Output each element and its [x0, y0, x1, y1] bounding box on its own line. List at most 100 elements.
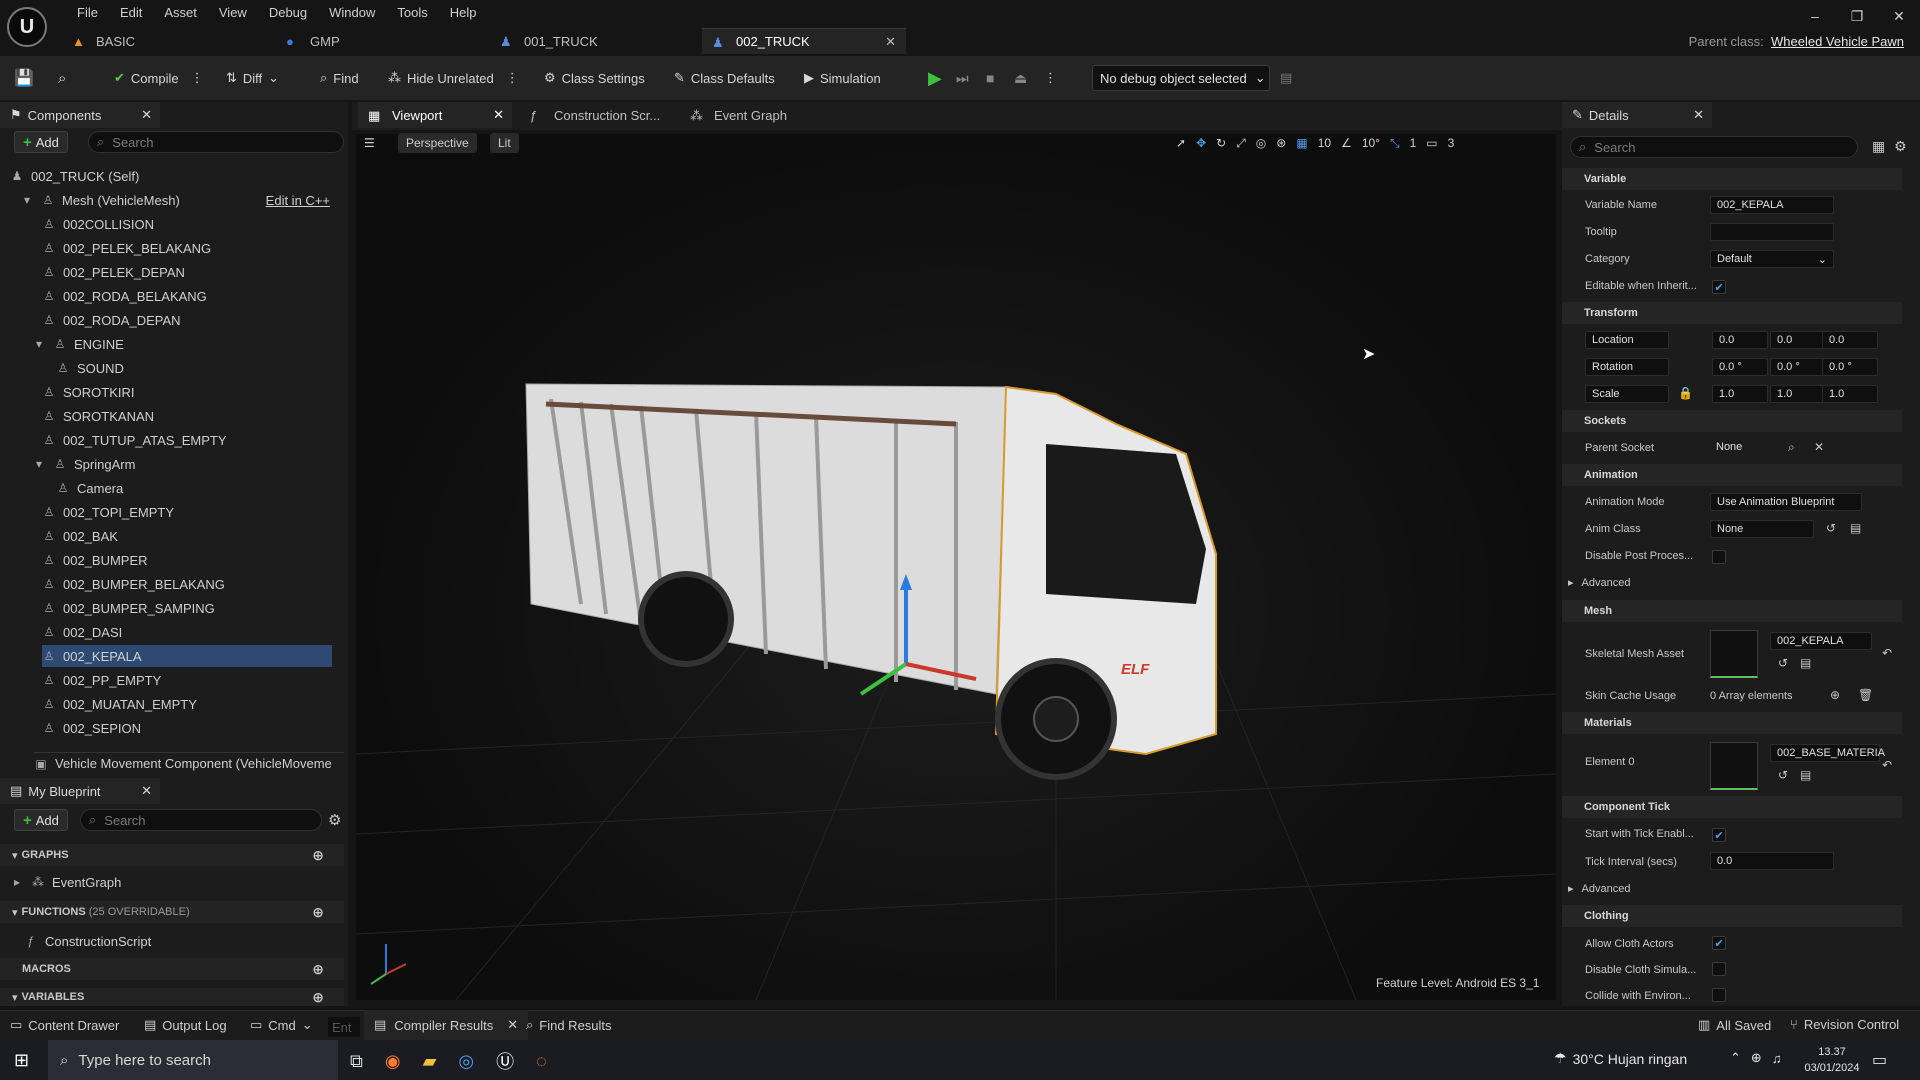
advanced-expander[interactable]: ▸ Advanced — [1568, 882, 1630, 896]
network-icon[interactable]: ⊕ — [1751, 1050, 1762, 1066]
section-variable[interactable]: Variable — [1562, 168, 1902, 190]
stop-icon[interactable]: ■ — [986, 66, 994, 90]
rotate-icon[interactable]: ↻ — [1216, 136, 1226, 150]
class-settings-button[interactable]: ⚙ Class Settings — [544, 66, 645, 90]
more-icon[interactable]: ⋮ — [191, 70, 204, 86]
close-window-icon[interactable]: ✕ — [1878, 8, 1920, 25]
tick-interval-field[interactable]: 0.0 — [1710, 852, 1834, 870]
add-function-icon[interactable]: ⊕ — [312, 904, 324, 921]
cmd-button[interactable]: ▭ Cmd ⌄ — [250, 1017, 313, 1033]
menu-window[interactable]: Window — [318, 5, 386, 20]
component-item[interactable]: ♙ 002_BAK — [42, 525, 332, 547]
close-icon[interactable]: ✕ — [141, 783, 152, 799]
menu-help[interactable]: Help — [439, 5, 488, 20]
construction-script-item[interactable]: ƒ ConstructionScript — [24, 930, 152, 952]
component-item[interactable]: ▾ ♙ ENGINE — [32, 333, 332, 355]
chrome-icon[interactable]: ◎ — [458, 1051, 474, 1072]
weather-widget[interactable]: ☂ 30°C Hujan ringan — [1554, 1050, 1687, 1067]
browse-icon[interactable]: ⌕ — [58, 66, 66, 90]
chevron-down-icon[interactable]: ▾ — [32, 457, 46, 471]
notifications-icon[interactable]: ▭ — [1872, 1050, 1887, 1070]
all-saved-button[interactable]: ▥ All Saved — [1698, 1017, 1771, 1033]
find-results-tab[interactable]: ⌕ Find Results — [526, 1017, 612, 1033]
add-graph-icon[interactable]: ⊕ — [312, 847, 324, 864]
rotation-dropdown[interactable]: Rotation — [1585, 358, 1669, 376]
section-transform[interactable]: Transform — [1562, 302, 1902, 324]
camera-speed-icon[interactable]: ▭ — [1426, 136, 1437, 150]
close-icon[interactable]: ✕ — [493, 107, 504, 123]
component-item[interactable]: ♙ 002_TUTUP_ATAS_EMPTY — [42, 429, 332, 451]
unreal-logo-icon[interactable]: U — [7, 7, 47, 47]
unreal-editor-icon[interactable]: Ⓤ — [496, 1048, 514, 1074]
perspective-button[interactable]: Perspective — [398, 133, 477, 153]
section-sockets[interactable]: Sockets — [1562, 410, 1902, 432]
close-icon[interactable]: ✕ — [507, 1017, 518, 1033]
table-view-icon[interactable]: ▦ — [1872, 138, 1885, 155]
debug-object-dropdown[interactable]: No debug object selected ⌄ — [1092, 65, 1270, 91]
section-materials[interactable]: Materials — [1562, 712, 1902, 734]
compile-button[interactable]: ✔ Compile ⋮ — [114, 66, 204, 90]
material-thumbnail[interactable] — [1710, 742, 1758, 790]
menu-tools[interactable]: Tools — [386, 5, 438, 20]
viewport[interactable]: ELF — [355, 134, 1557, 1001]
firefox-icon[interactable]: ◉ — [385, 1051, 401, 1072]
content-drawer-button[interactable]: ▭ Content Drawer — [10, 1017, 119, 1033]
grid-snap-icon[interactable]: ▦ — [1296, 136, 1307, 150]
minimize-icon[interactable]: – — [1794, 8, 1836, 24]
surface-snap-icon[interactable]: ◎ — [1256, 136, 1266, 150]
component-item[interactable]: ♙ 002_PELEK_DEPAN — [42, 261, 332, 283]
chevron-up-icon[interactable]: ⌃ — [1730, 1050, 1741, 1066]
step-icon[interactable]: ⏭ — [956, 66, 969, 90]
menu-view[interactable]: View — [208, 5, 258, 20]
scale-snap-value[interactable]: 1 — [1410, 136, 1417, 150]
location-dropdown[interactable]: Location — [1585, 331, 1669, 349]
file-explorer-icon[interactable]: ▰ — [423, 1051, 437, 1072]
component-item[interactable]: ♙ 002_DASI — [42, 621, 332, 643]
component-item[interactable]: ♙ SOUND — [56, 357, 332, 379]
tab-002-truck[interactable]: ♟ 002_TRUCK ✕ — [702, 28, 906, 54]
blender-icon[interactable]: ◌ — [536, 1051, 547, 1072]
component-item[interactable]: ▾ ♙ SpringArm — [32, 453, 332, 475]
tab-gmp[interactable]: ● GMP — [276, 28, 486, 54]
allow-cloth-checkbox[interactable]: ✔ — [1712, 936, 1726, 950]
rotation-y[interactable]: 0.0 ° — [1770, 358, 1826, 376]
material-dropdown[interactable]: 002_BASE_MATERIA — [1770, 744, 1885, 762]
windows-start-icon[interactable]: ⊞ — [14, 1050, 29, 1071]
location-z[interactable]: 0.0 — [1822, 331, 1878, 349]
compiler-results-tab[interactable]: ▤ Compiler Results ✕ — [364, 1010, 529, 1040]
browse-icon[interactable]: ▤ — [1800, 656, 1811, 670]
anim-class-dropdown[interactable]: None — [1710, 520, 1814, 538]
volume-icon[interactable]: ♫ — [1772, 1051, 1782, 1066]
category-dropdown[interactable]: Default ⌄ — [1710, 250, 1834, 268]
event-graph-item[interactable]: ▸ ⁂ EventGraph — [10, 871, 121, 893]
section-mesh[interactable]: Mesh — [1562, 600, 1902, 622]
section-animation[interactable]: Animation — [1562, 464, 1902, 486]
location-x[interactable]: 0.0 — [1712, 331, 1768, 349]
variables-section[interactable]: ▾ VARIABLES ⊕ — [0, 988, 344, 1006]
tab-basic[interactable]: ▲ BASIC — [62, 28, 282, 54]
more-icon[interactable]: ⋮ — [506, 70, 519, 86]
scale-dropdown[interactable]: Scale — [1585, 385, 1669, 403]
details-search[interactable]: ⌕ Search — [1570, 136, 1858, 158]
tooltip-field[interactable] — [1710, 223, 1834, 241]
component-item[interactable]: ♙ 002_TOPI_EMPTY — [42, 501, 332, 523]
output-log-button[interactable]: ▤ Output Log — [144, 1017, 227, 1033]
component-item[interactable]: ♙ SOROTKIRI — [42, 381, 332, 403]
tab-construction-script[interactable]: ƒ Construction Scr... — [520, 102, 670, 128]
reset-icon[interactable]: ↺ — [1778, 768, 1788, 782]
clock[interactable]: 13.37 03/01/2024 — [1804, 1044, 1860, 1076]
tab-event-graph[interactable]: ⁂ Event Graph — [680, 102, 810, 128]
console-input[interactable]: Ent — [328, 1017, 360, 1037]
angle-snap-icon[interactable]: ∠ — [1341, 136, 1352, 150]
menu-file[interactable]: File — [66, 5, 109, 20]
simulation-button[interactable]: ▶ Simulation — [804, 66, 881, 90]
animation-mode-dropdown[interactable]: Use Animation Blueprint — [1710, 493, 1862, 511]
component-item[interactable]: ♙ 002_KEPALA — [42, 645, 332, 667]
close-tab-icon[interactable]: ✕ — [885, 34, 896, 50]
parent-class-link[interactable]: Wheeled Vehicle Pawn — [1771, 34, 1904, 49]
components-search[interactable]: ⌕ Search — [88, 131, 344, 153]
move-icon[interactable]: ✥ — [1196, 136, 1206, 150]
blueprint-search[interactable]: ⌕ Search — [80, 809, 322, 831]
add-variable-icon[interactable]: ⊕ — [312, 989, 324, 1006]
disable-post-process-checkbox[interactable] — [1712, 550, 1726, 564]
